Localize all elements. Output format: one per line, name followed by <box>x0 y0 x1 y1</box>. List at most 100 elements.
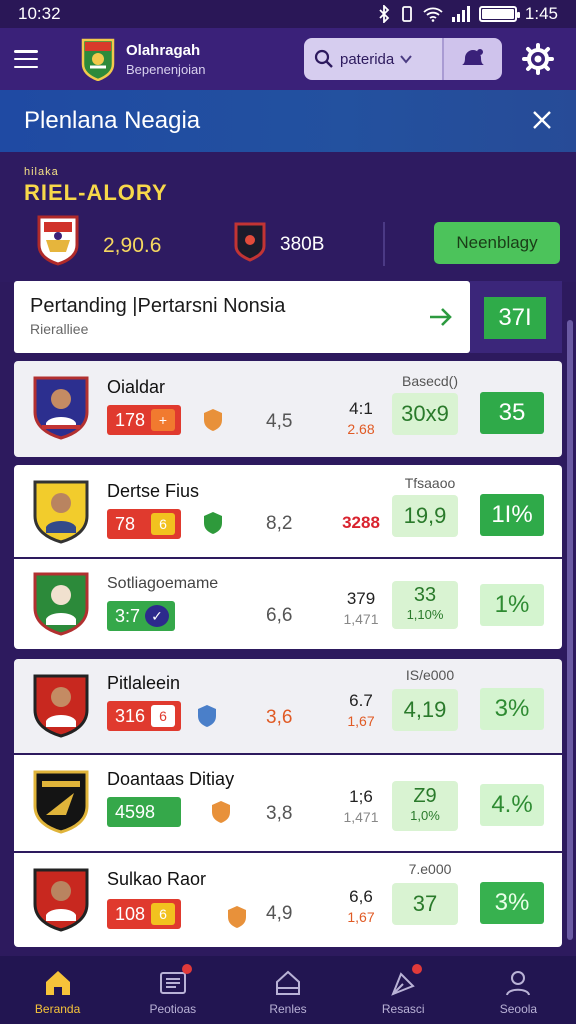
bottom-nav: Beranda Peotioas Renles Resasci Seoola <box>0 956 576 1024</box>
match-card[interactable]: Pertanding |Pertarsni Nonsia Rieralliee <box>14 281 470 353</box>
team-b-crest-icon <box>234 222 266 262</box>
stat-mid-top: 4:1 <box>349 399 373 418</box>
list-icon <box>158 964 192 998</box>
nav-label: Seoola <box>499 1002 538 1016</box>
stat-mid-top: 6.7 <box>349 691 373 710</box>
stat-box: 30x9 <box>392 393 458 435</box>
stat-mid-top: 3288 <box>342 513 380 532</box>
player-crest-icon <box>33 868 89 932</box>
follow-button[interactable]: Neenblagy <box>434 222 560 264</box>
gear-icon[interactable] <box>522 43 554 75</box>
wifi-icon <box>423 7 443 22</box>
league-small-label: hilaka <box>24 166 59 178</box>
status-time-right: 1:45 <box>524 4 558 23</box>
house-outline-icon <box>276 970 300 995</box>
status-bar: 10:32 1:45 <box>0 0 576 28</box>
player-name: Doantaas Ditiay <box>107 769 235 789</box>
player-row[interactable]: Dertse Fius 78 6 8,2 3288 Tfsaaoo 19,9 1… <box>14 465 562 557</box>
player-rating[interactable]: 4.% <box>480 784 544 826</box>
league-header: hilaka RIEL-ALORY 2,90.6 380B Neenblagy <box>0 152 576 282</box>
arrow-right-icon[interactable] <box>428 305 454 329</box>
badge-value: 4598 <box>115 801 156 822</box>
signal-icon <box>451 6 470 22</box>
stat-average: 3,8 <box>266 803 293 824</box>
nav-label: Beranda <box>34 1002 81 1016</box>
stat-header: Basecd() <box>401 373 459 389</box>
badge-value: 178 <box>115 409 146 430</box>
app-logo-icon <box>81 38 115 81</box>
stat-mid: 3288 <box>332 513 390 533</box>
stat-mid-bottom: 1,471 <box>343 611 379 627</box>
player-number-badge: 316 6 <box>107 701 181 731</box>
nav-profile[interactable]: Seoola <box>461 956 576 1024</box>
stat-mid-top: 379 <box>346 589 376 608</box>
stat-average: 3,6 <box>266 707 293 728</box>
badge-value: 316 <box>115 705 146 726</box>
stat-box: Z9 1,0% <box>392 781 458 831</box>
divider <box>383 222 385 266</box>
shield-icon <box>228 906 246 928</box>
badge-value: 78 <box>115 513 136 534</box>
close-icon[interactable] <box>530 108 554 132</box>
player-rating[interactable]: 3% <box>480 688 544 730</box>
badge-value: 108 <box>115 903 146 924</box>
app-title-block: Olahragah Bepenenjoian <box>126 42 206 77</box>
player-crest-icon <box>33 770 89 834</box>
notification-icon <box>462 49 484 65</box>
player-number-badge: 178 + <box>107 405 181 435</box>
badge-tag: 6 <box>151 705 175 727</box>
player-row[interactable]: Sulkao Raor 108 6 4,9 6,6 1,67 7.e000 37… <box>14 853 562 947</box>
bluetooth-icon <box>379 5 390 23</box>
badge-tag: 6 <box>151 513 175 535</box>
player-name: Sotliagoemame <box>107 575 219 592</box>
player-rating[interactable]: 3% <box>480 882 544 924</box>
stat-mid-bottom: 1,67 <box>347 909 375 925</box>
team-a-score: 2,90.6 <box>103 234 162 257</box>
menu-icon[interactable] <box>14 50 38 68</box>
player-row[interactable]: Pitlaleein 316 6 3,6 6.7 1,67 IS/e000 4,… <box>14 659 562 753</box>
match-score-button[interactable]: 37I <box>484 297 546 339</box>
nav-news[interactable]: Peotioas <box>115 956 230 1024</box>
player-row[interactable]: Sotliagoemame 3:7 ✓ 6,6 379 1,471 33 1,1… <box>14 559 562 649</box>
notify-button[interactable] <box>442 38 502 80</box>
shield-icon <box>212 801 230 823</box>
search-dropdown-label: paterida <box>340 50 395 68</box>
stat-header: 7.e000 <box>408 861 452 877</box>
stat-mid: 379 1,471 <box>332 589 390 629</box>
app-bar: Olahragah Bepenenjoian paterida <box>0 28 576 90</box>
nav-results[interactable]: Resasci <box>346 956 461 1024</box>
league-title: RIEL-ALORY <box>24 180 168 205</box>
nav-matches[interactable]: Renles <box>230 956 345 1024</box>
stat-mid-bottom: 1,471 <box>343 809 379 825</box>
team-a-crest-icon <box>37 215 79 266</box>
match-title: Pertanding |Pertarsni Nonsia <box>30 295 286 317</box>
status-time-left: 10:32 <box>18 4 61 23</box>
player-rating[interactable]: 1% <box>480 584 544 626</box>
flag-icon <box>388 964 423 998</box>
notification-dot <box>181 964 192 974</box>
nav-home[interactable]: Beranda <box>0 956 115 1024</box>
status-icons: 1:45 <box>377 4 558 24</box>
stat-box: 37 <box>392 883 458 925</box>
stat-average: 4,9 <box>266 903 293 924</box>
search-dropdown[interactable]: paterida <box>304 38 442 80</box>
player-crest-icon <box>33 480 89 544</box>
stat-mid-top: 1;6 <box>349 787 373 806</box>
badge-value: 3:7 <box>115 605 141 626</box>
stat-box: 4,19 <box>392 689 458 731</box>
app-name: Olahragah <box>126 41 201 59</box>
stat-box-sub: 1,10% <box>406 607 444 622</box>
player-row[interactable]: Oialdar 178 + 4,5 4:1 2.68 Basecd() 30x9… <box>14 361 562 457</box>
player-rating[interactable]: 35 <box>480 392 544 434</box>
player-rating[interactable]: 1I% <box>480 494 544 536</box>
player-name: Pitlaleein <box>107 673 181 693</box>
stat-mid: 6,6 1,67 <box>332 887 390 927</box>
team-b-score: 380B <box>280 234 325 255</box>
match-subtitle: Rieralliee <box>30 321 89 337</box>
player-number-badge: 108 6 <box>107 899 181 929</box>
scrollbar[interactable] <box>567 320 573 940</box>
user-icon <box>506 971 531 996</box>
player-row[interactable]: Doantaas Ditiay 4598 3,8 1;6 1,471 Z9 1,… <box>14 755 562 851</box>
badge-tag: + <box>151 409 175 431</box>
stat-mid: 1;6 1,471 <box>332 787 390 827</box>
